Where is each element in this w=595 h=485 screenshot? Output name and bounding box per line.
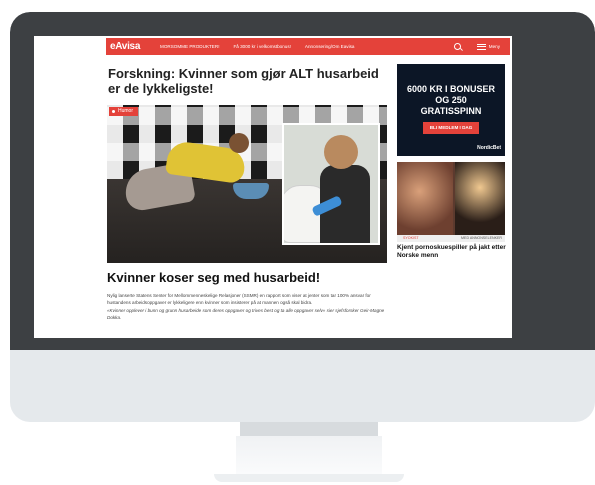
- article-main-image[interactable]: Humor: [107, 105, 387, 263]
- inset-person-head: [324, 135, 358, 169]
- story-category-tag[interactable]: SYOKIST: [403, 236, 419, 240]
- sidebar-story-tags: SYOKIST MED ANNONSELENKER: [397, 235, 505, 242]
- article-subheadline: Kvinner koser seg med husarbeid!: [107, 270, 321, 285]
- sponsored-label: MED ANNONSELENKER: [461, 236, 502, 240]
- category-badge[interactable]: Humor: [109, 107, 139, 116]
- inset-photo: [282, 123, 380, 245]
- category-label: Humor: [118, 108, 134, 114]
- ad-line-1: 6000 KR I BONUSER: [406, 84, 496, 94]
- monitor-stand-base: [214, 474, 404, 482]
- ad-cta-button[interactable]: BLI MEDLEM I DAG: [423, 122, 479, 134]
- article-headline[interactable]: Forskning: Kvinner som gjør ALT husarbei…: [108, 66, 388, 96]
- sidebar-story-image[interactable]: [397, 162, 505, 235]
- sidebar-story-headline[interactable]: Kjent pornoskuespiller på jakt etter Nor…: [397, 244, 507, 260]
- monitor-stand: [236, 436, 382, 474]
- story-photo-right: [455, 162, 505, 235]
- article-paragraph: «Kvinner opplever i bunn og grunn husarb…: [107, 308, 385, 320]
- sidebar-ad-banner[interactable]: 6000 KR I BONUSER OG 250 GRATISSPINN BLI…: [397, 64, 505, 156]
- story-photo-left: [397, 162, 453, 235]
- ad-line-3: GRATISSPINN: [420, 106, 482, 116]
- article-body: Nylig lanserte Statens Senter for Mellom…: [107, 292, 387, 322]
- tag-icon: [112, 110, 115, 113]
- page-content: Forskning: Kvinner som gjør ALT husarbei…: [34, 36, 512, 328]
- ad-line-2: OG 250: [435, 95, 467, 105]
- woman-head-graphic: [229, 133, 249, 153]
- article-paragraph: Nylig lanserte Statens Senter for Mellom…: [107, 293, 371, 305]
- ad-brand-logo: NordicBet: [477, 145, 501, 151]
